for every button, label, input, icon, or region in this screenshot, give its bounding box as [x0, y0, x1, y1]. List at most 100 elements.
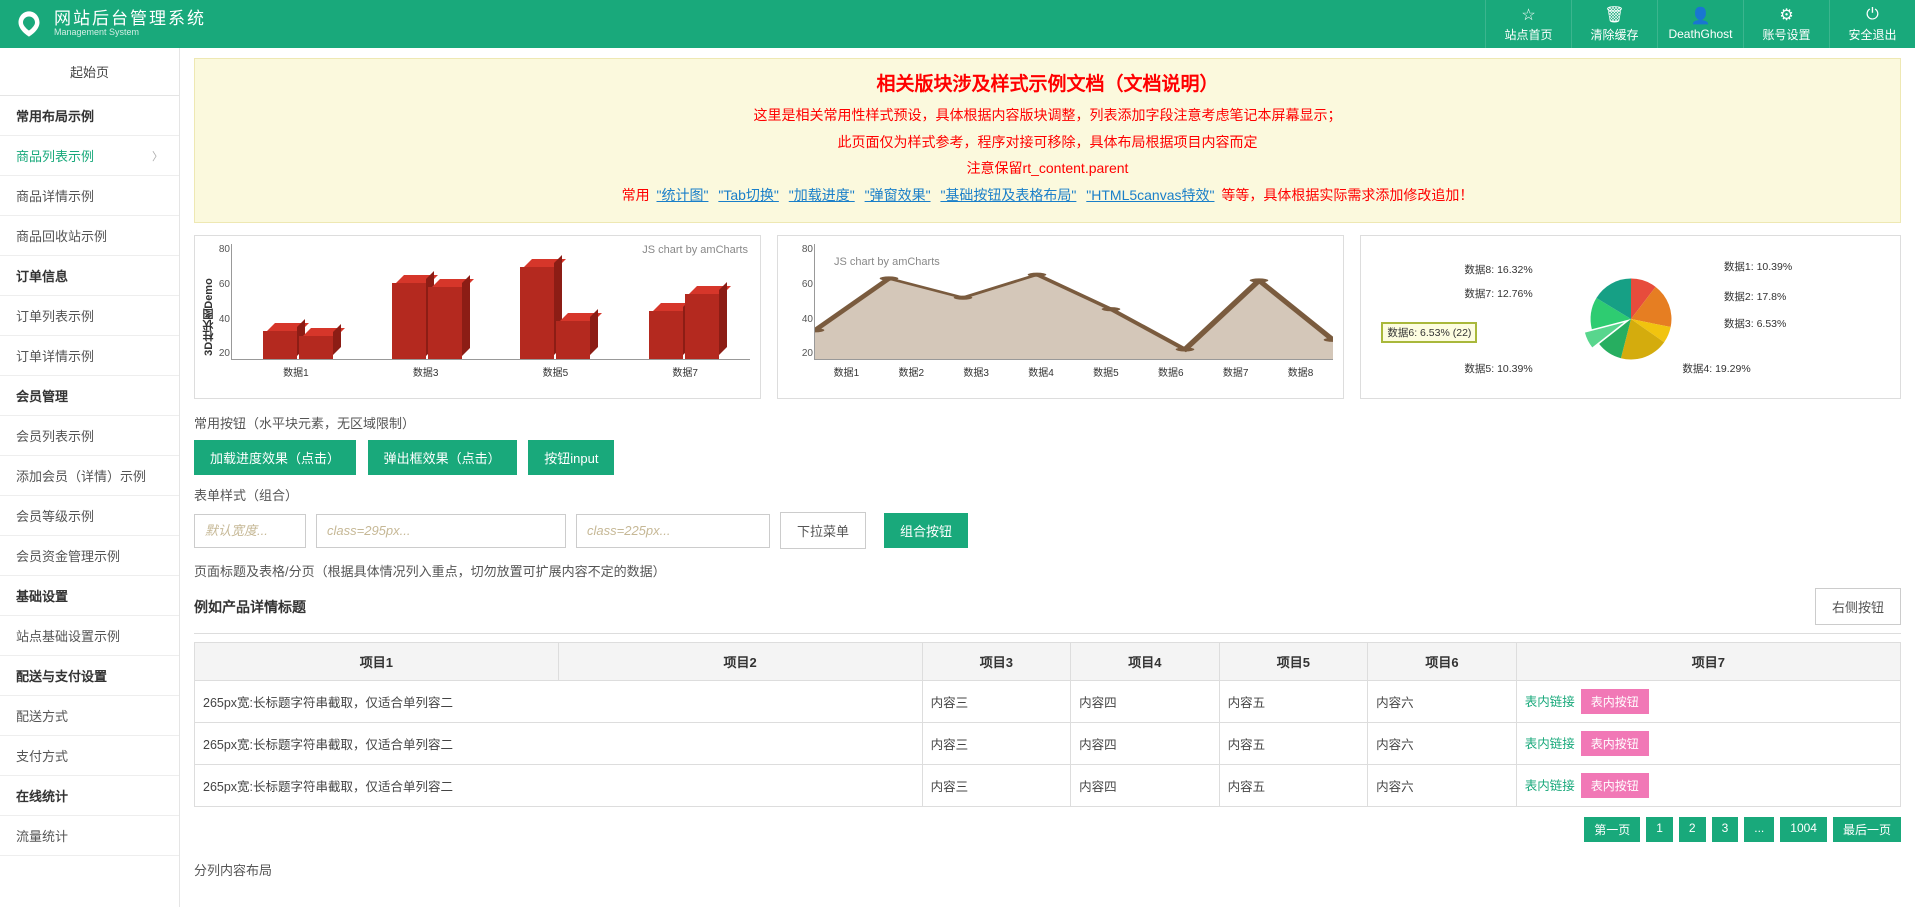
input-295px[interactable] — [316, 514, 566, 548]
table-link[interactable]: 表内链接 — [1525, 779, 1575, 793]
header-item-gear[interactable]: ⚙ 账号设置 — [1743, 0, 1829, 48]
combo-button[interactable]: 组合按钮 — [884, 513, 968, 548]
header-item-label: 安全退出 — [1848, 26, 1896, 43]
table-cell-actions: 表内链接表内按钮 — [1516, 723, 1900, 765]
nav-item-label: 配送方式 — [16, 706, 68, 725]
page-button[interactable]: ... — [1744, 817, 1774, 842]
trash-icon: 🗑 — [1604, 6, 1624, 24]
nav-group-title[interactable]: 基础设置 — [0, 576, 179, 616]
nav-item-label: 支付方式 — [16, 746, 68, 765]
nav-item[interactable]: 商品详情示例 — [0, 176, 179, 216]
nav-item[interactable]: 会员等级示例 — [0, 496, 179, 536]
nav-item[interactable]: 会员列表示例 — [0, 416, 179, 456]
nav-group-title[interactable]: 订单信息 — [0, 256, 179, 296]
input-button[interactable]: 按钮input — [528, 440, 614, 475]
pie-label: 数据8: 16.32% — [1464, 262, 1532, 277]
table-cell: 内容五 — [1219, 723, 1368, 765]
nav-item[interactable]: 添加会员（详情）示例 — [0, 456, 179, 496]
table-header: 项目4 — [1071, 643, 1220, 681]
table-row: 265px宽:长标题字符串截取，仅适合单列容二内容三内容四内容五内容六表内链接表… — [195, 765, 1901, 807]
notice-keyword-link[interactable]: "弹窗效果" — [865, 187, 931, 203]
charts-row: 3D柱状图Demo JS chart by amCharts 80604020 … — [194, 235, 1901, 399]
notice-keyword-link[interactable]: "加载进度" — [789, 187, 855, 203]
input-default[interactable] — [194, 514, 306, 548]
page-button[interactable]: 第一页 — [1584, 817, 1640, 842]
input-225px[interactable] — [576, 514, 770, 548]
notice-title: 相关版块涉及样式示例文档（文档说明） — [209, 69, 1886, 96]
page-button[interactable]: 3 — [1712, 817, 1739, 842]
page-button[interactable]: 1004 — [1780, 817, 1827, 842]
pie-label: 数据7: 12.76% — [1464, 286, 1532, 301]
table-cell: 265px宽:长标题字符串截取，仅适合单列容二 — [195, 681, 923, 723]
notice-keyword-link[interactable]: "Tab切换" — [718, 187, 779, 203]
nav-group-title[interactable]: 配送与支付设置 — [0, 656, 179, 696]
table-header: 项目3 — [922, 643, 1071, 681]
table-title-bar: 例如产品详情标题 右侧按钮 — [194, 588, 1901, 634]
pie-label: 数据4: 19.29% — [1682, 361, 1750, 376]
bar-chart: 3D柱状图Demo JS chart by amCharts 80604020 … — [194, 235, 761, 399]
right-side-button[interactable]: 右侧按钮 — [1815, 588, 1901, 625]
table-link[interactable]: 表内链接 — [1525, 737, 1575, 751]
pie-label: 数据1: 10.39% — [1724, 259, 1792, 274]
header-item-label: 账号设置 — [1762, 26, 1810, 43]
table-header: 项目7 — [1516, 643, 1900, 681]
bar — [392, 283, 426, 360]
nav-item-label: 会员列表示例 — [16, 426, 94, 445]
header-item-star[interactable]: ☆站点首页 — [1485, 0, 1571, 48]
nav-item-label: 订单详情示例 — [16, 346, 94, 365]
table-cell: 内容三 — [922, 681, 1071, 723]
table-cell: 内容三 — [922, 723, 1071, 765]
nav-item-label: 商品详情示例 — [16, 186, 94, 205]
notice-banner: 相关版块涉及样式示例文档（文档说明） 这里是相关常用性样式预设，具体根据内容版块… — [194, 58, 1901, 223]
nav-item[interactable]: 商品列表示例〉 — [0, 136, 179, 176]
gear-icon: ⚙ — [1779, 6, 1793, 24]
table-row-button[interactable]: 表内按钮 — [1581, 731, 1649, 756]
load-progress-button[interactable]: 加载进度效果（点击） — [194, 440, 356, 475]
table-cell: 内容五 — [1219, 765, 1368, 807]
split-layout-label: 分列内容布局 — [194, 860, 1901, 879]
notice-keyword-link[interactable]: "HTML5canvas特效" — [1086, 187, 1214, 203]
table-row-button[interactable]: 表内按钮 — [1581, 689, 1649, 714]
nav-item[interactable]: 会员资金管理示例 — [0, 536, 179, 576]
nav-item-label: 站点基础设置示例 — [16, 626, 120, 645]
table-link[interactable]: 表内链接 — [1525, 695, 1575, 709]
page-button[interactable]: 最后一页 — [1833, 817, 1901, 842]
notice-keyword-link[interactable]: "统计图" — [657, 187, 709, 203]
page-button[interactable]: 2 — [1679, 817, 1706, 842]
nav-item-label: 商品回收站示例 — [16, 226, 107, 245]
pie-label: 数据5: 10.39% — [1464, 361, 1532, 376]
notice-keyword-link[interactable]: "基础按钮及表格布局" — [940, 187, 1076, 203]
header-item-user[interactable]: 👤DeathGhost — [1657, 0, 1743, 48]
nav-group-title[interactable]: 会员管理 — [0, 376, 179, 416]
sidebar-start[interactable]: 起始页 — [0, 48, 179, 96]
nav-group-title[interactable]: 常用布局示例 — [0, 96, 179, 136]
logo-area: 网站后台管理系统 Management System — [14, 9, 206, 39]
nav-item[interactable]: 订单列表示例 — [0, 296, 179, 336]
nav-group-title[interactable]: 在线统计 — [0, 776, 179, 816]
table-row-button[interactable]: 表内按钮 — [1581, 773, 1649, 798]
nav-item[interactable]: 站点基础设置示例 — [0, 616, 179, 656]
nav-item[interactable]: 流量统计 — [0, 816, 179, 856]
top-header: 网站后台管理系统 Management System ☆站点首页🗑清除缓存👤De… — [0, 0, 1915, 48]
app-title-en: Management System — [54, 28, 206, 38]
app-title-cn: 网站后台管理系统 — [54, 10, 206, 29]
nav-item[interactable]: 配送方式 — [0, 696, 179, 736]
bar — [556, 321, 590, 359]
table-cell: 内容六 — [1368, 681, 1517, 723]
header-item-trash[interactable]: 🗑清除缓存 — [1571, 0, 1657, 48]
header-nav: ☆站点首页🗑清除缓存👤DeathGhost ⚙ 账号设置 ⏻ 安全退出 — [1485, 0, 1915, 48]
table-cell: 265px宽:长标题字符串截取，仅适合单列容二 — [195, 723, 923, 765]
table-cell: 265px宽:长标题字符串截取，仅适合单列容二 — [195, 765, 923, 807]
nav-item[interactable]: 商品回收站示例 — [0, 216, 179, 256]
table-row: 265px宽:长标题字符串截取，仅适合单列容二内容三内容四内容五内容六表内链接表… — [195, 681, 1901, 723]
popup-effect-button[interactable]: 弹出框效果（点击） — [368, 440, 517, 475]
nav-item[interactable]: 支付方式 — [0, 736, 179, 776]
nav-item-label: 会员资金管理示例 — [16, 546, 120, 565]
nav-item[interactable]: 订单详情示例 — [0, 336, 179, 376]
page-button[interactable]: 1 — [1646, 817, 1673, 842]
dropdown-button[interactable]: 下拉菜单 — [780, 512, 866, 549]
table-cell: 内容四 — [1071, 723, 1220, 765]
power-icon: ⏻ — [1866, 6, 1879, 24]
data-table: 项目1项目2项目3项目4项目5项目6项目7 265px宽:长标题字符串截取，仅适… — [194, 642, 1901, 807]
header-item-power[interactable]: ⏻ 安全退出 — [1829, 0, 1915, 48]
